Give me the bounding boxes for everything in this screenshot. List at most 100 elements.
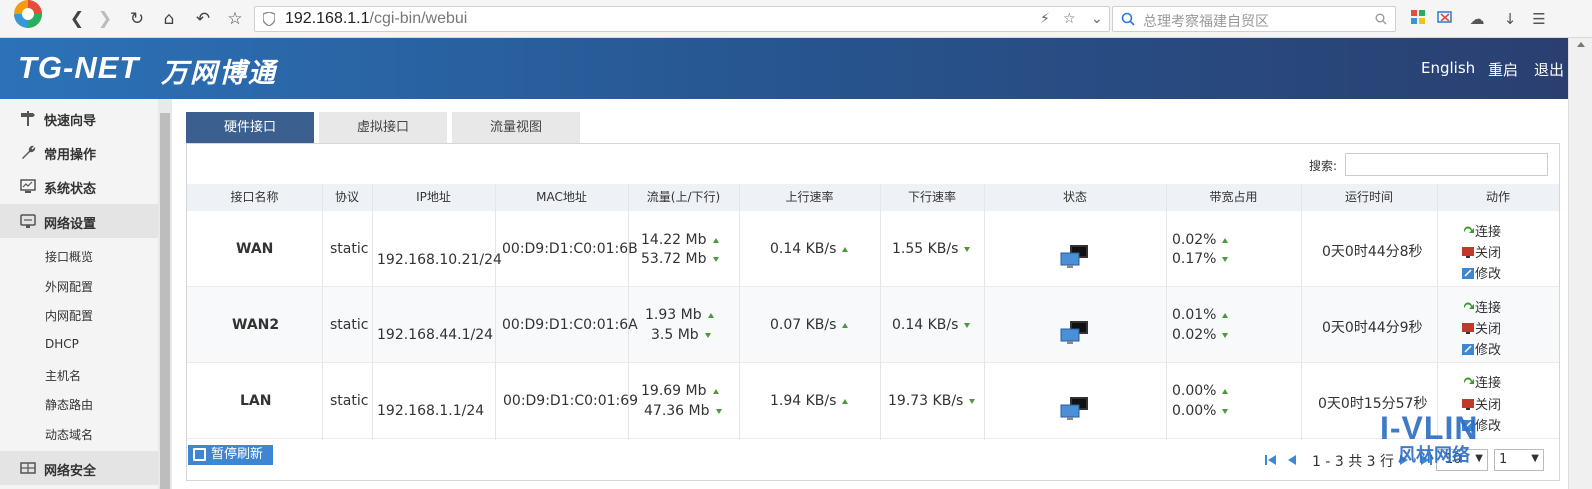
forward-icon[interactable]: ❯ [94,8,116,30]
interface-name: WAN2 [232,317,280,333]
sidebar-group-network-security[interactable]: 网络安全 [0,451,158,485]
upload-rate: 1.94 KB/s [770,393,849,409]
prev-page-icon[interactable] [1287,454,1297,466]
undo-icon[interactable]: ↶ [192,8,214,30]
address-bar[interactable]: 192.168.1.1/cgi-bin/webui ⚡ ☆ ⌄ [254,6,1110,32]
down-arrow-icon [712,256,719,262]
sidebar-item-ddns[interactable]: 动态域名 [45,426,93,443]
apps-grid-icon[interactable] [1408,9,1428,29]
watermark-logo: I-VLIN 风林网络 [1380,410,1477,466]
tab-virtual-interface[interactable]: 虚拟接口 [319,112,447,143]
edit-button[interactable]: 修改 [1462,263,1501,282]
sidebar-group-common-ops[interactable]: 常用操作 [0,135,158,169]
lightning-icon[interactable]: ⚡ [1040,11,1050,27]
col-bandwidth[interactable]: 带宽占用 [1166,184,1301,211]
browser-search-box[interactable]: 总理考察福建自贸区 [1112,6,1396,32]
column-divider [739,184,740,440]
back-icon[interactable]: ❮ [66,8,88,30]
close-button[interactable]: 关闭 [1462,242,1501,261]
logout-link[interactable]: 退出 [1534,59,1564,80]
search-icon [1121,12,1135,26]
scroll-up-icon[interactable] [1577,42,1585,47]
tab-traffic-view[interactable]: 流量视图 [452,112,580,143]
first-page-icon[interactable] [1265,454,1277,466]
sidebar-group-quick-wizard[interactable]: 快速向导 [0,101,158,135]
col-protocol[interactable]: 协议 [322,184,372,211]
sidebar-item-interface-overview[interactable]: 接口概览 [45,248,93,265]
bandwidth-down: 0.02% [1172,327,1229,343]
col-status[interactable]: 状态 [984,184,1166,211]
traffic-down: 3.5 Mb [651,327,711,343]
download-rate: 0.14 KB/s [892,317,971,333]
interface-name: WAN [236,241,274,257]
sidebar-item-static-route[interactable]: 静态路由 [45,396,93,413]
sidebar-scrollbar[interactable] [158,99,172,489]
star-icon[interactable]: ☆ [224,8,246,30]
home-icon[interactable]: ⌂ [158,8,180,30]
sidebar-item-dhcp[interactable]: DHCP [45,337,79,351]
download-icon[interactable]: ↓ [1500,9,1520,29]
search-go-icon[interactable] [1375,13,1387,25]
traffic-up: 14.22 Mb [641,232,719,248]
bookmark-star-icon[interactable]: ☆ [1063,11,1076,27]
protocol: static [330,317,369,333]
logo-text: TG-NET [18,50,140,85]
bandwidth-down: 0.17% [1172,251,1229,267]
ip-address: 192.168.10.21/24 [377,252,502,268]
edit-icon [1462,268,1474,279]
protocol: static [330,241,369,257]
col-download-rate[interactable]: 下行速率 [880,184,984,211]
down-arrow-icon [704,332,711,338]
save-icon [193,448,206,461]
sidebar-group-network-settings[interactable]: 网络设置 [0,204,158,238]
col-uptime[interactable]: 运行时间 [1301,184,1437,211]
sidebar-group-system-status[interactable]: 系统状态 [0,169,158,203]
ip-address: 192.168.44.1/24 [377,327,494,343]
refresh-icon [1463,377,1474,384]
down-arrow-icon [964,246,971,252]
sidebar-item-wan-config[interactable]: 外网配置 [45,278,93,295]
mac-address: 00:D9:D1:C0:01:69 [503,393,639,409]
column-divider [1166,184,1167,440]
col-upload-rate[interactable]: 上行速率 [739,184,880,211]
download-rate: 1.55 KB/s [892,241,971,257]
english-link[interactable]: English [1421,59,1475,77]
edit-button[interactable]: 修改 [1462,339,1501,358]
dropdown-icon[interactable]: ⌄ [1091,11,1103,27]
up-arrow-icon [842,322,849,328]
screenshot-icon[interactable] [1435,9,1455,29]
col-traffic[interactable]: 流量(上/下行) [628,184,739,211]
connect-button[interactable]: 连接 [1462,297,1501,316]
connect-button[interactable]: 连接 [1462,372,1501,391]
refresh-icon [1463,302,1474,309]
down-arrow-icon [1222,256,1229,262]
menu-icon[interactable]: ☰ [1529,9,1549,29]
up-arrow-icon [712,237,719,243]
column-divider [495,184,496,440]
cloud-icon[interactable]: ☁ [1467,9,1487,29]
reload-icon[interactable]: ↻ [126,8,148,30]
up-arrow-icon [842,398,849,404]
connected-status-icon [1060,321,1088,344]
page-scrollbar[interactable] [1568,38,1592,489]
tab-hardware-interface[interactable]: 硬件接口 [186,112,314,143]
col-interface-name[interactable]: 接口名称 [187,184,322,211]
column-divider [322,184,323,440]
column-divider [880,184,881,440]
sidebar-item-hostname[interactable]: 主机名 [45,367,81,384]
connected-status-icon [1060,245,1088,268]
sidebar-scroll-thumb[interactable] [160,113,170,489]
col-mac-address[interactable]: MAC地址 [495,184,628,211]
search-input[interactable] [1345,153,1548,176]
reboot-link[interactable]: 重启 [1488,59,1518,80]
pause-refresh-button[interactable]: 暂停刷新 [188,445,273,465]
monitor-icon [20,178,36,194]
up-arrow-icon [1222,312,1229,318]
search-label: 搜索: [1309,159,1338,173]
close-button[interactable]: 关闭 [1462,318,1501,337]
signpost-icon [20,110,36,126]
shield-icon [263,12,275,26]
col-ip-address[interactable]: IP地址 [372,184,495,211]
sidebar-item-lan-config[interactable]: 内网配置 [45,307,93,324]
connect-button[interactable]: 连接 [1462,221,1501,240]
